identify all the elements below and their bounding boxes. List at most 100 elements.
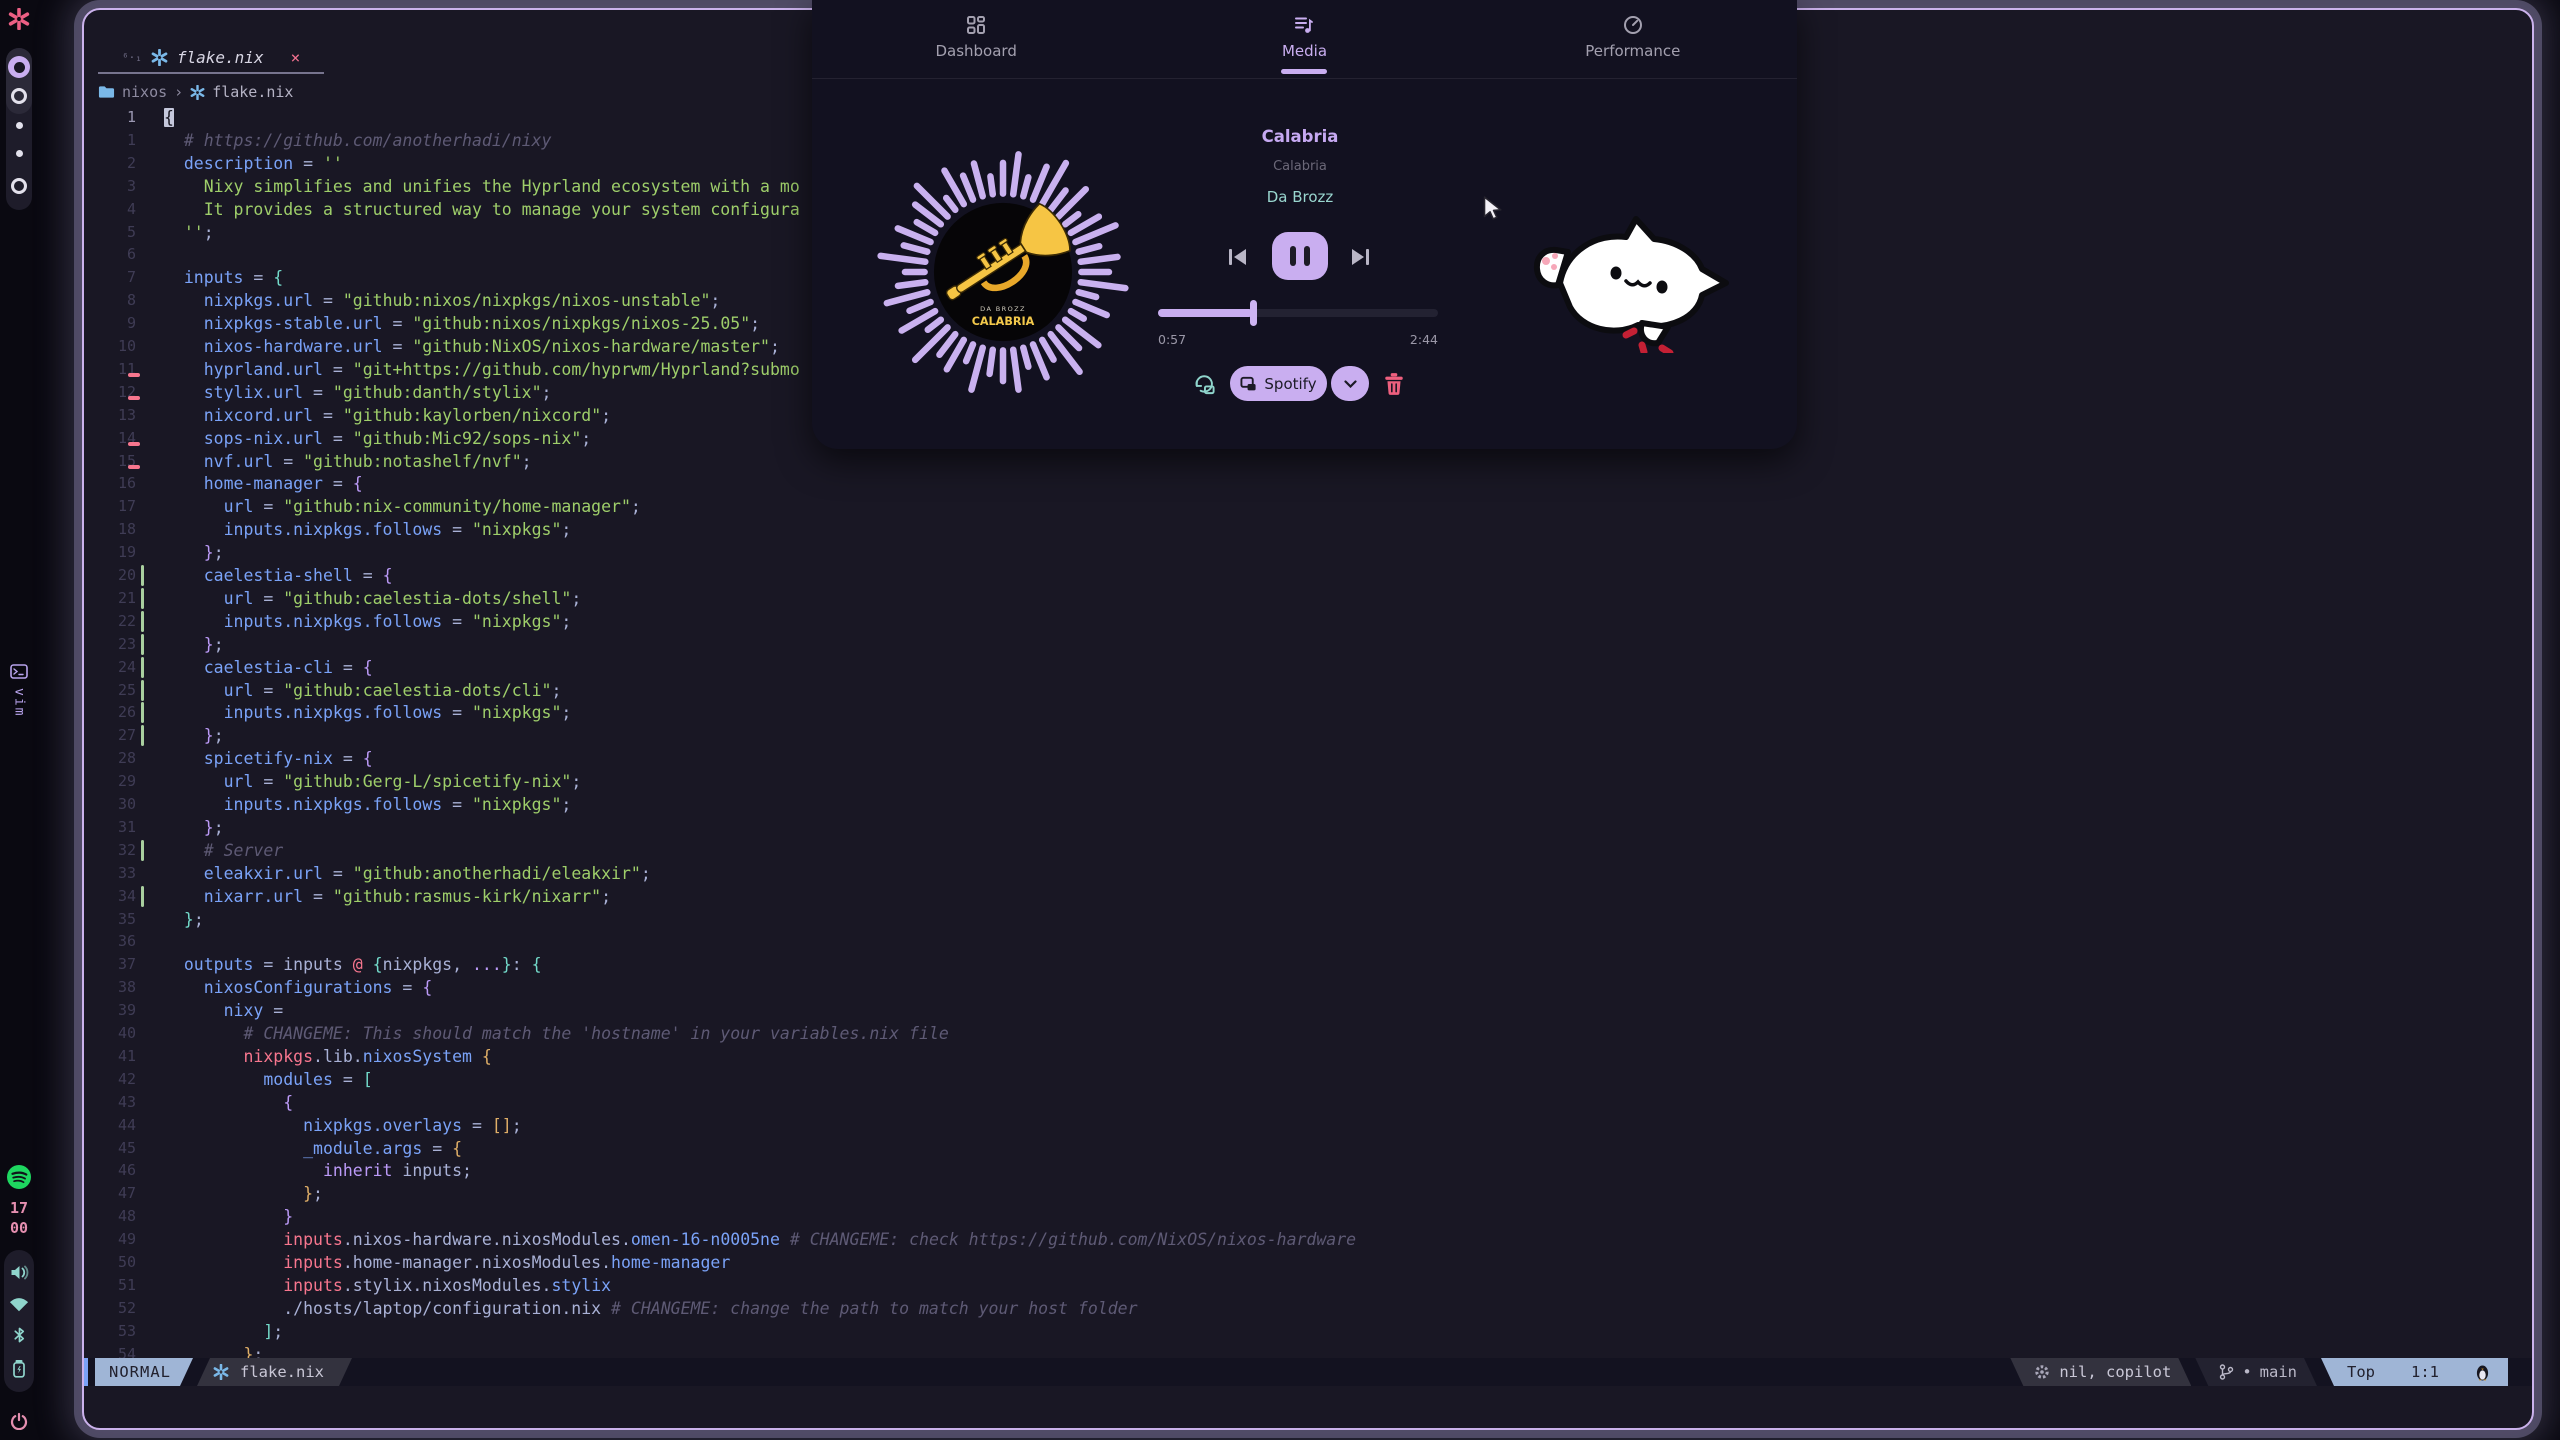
workspace-3[interactable] (16, 122, 23, 129)
trash-icon[interactable] (1382, 372, 1406, 396)
power-icon[interactable] (10, 1412, 28, 1430)
line-number: 28 (84, 747, 136, 770)
terminal-icon (10, 664, 28, 679)
mouse-cursor (1482, 196, 1504, 220)
dashboard-icon (966, 15, 986, 35)
source-button[interactable]: Spotify (1230, 366, 1327, 401)
code-text: inputs.stylix.nixosModules.stylix (164, 1274, 611, 1297)
workspace-2[interactable] (11, 88, 27, 104)
next-track-button[interactable] (1348, 245, 1372, 269)
git-changed-mark (141, 611, 144, 632)
code-line: 26 inputs.nixpkgs.follows = "nixpkgs"; (84, 701, 2532, 724)
line-number: 22 (84, 610, 136, 633)
code-text: caelestia-shell = { (164, 564, 393, 587)
code-text: It provides a structured way to manage y… (164, 198, 800, 221)
code-text: } (164, 1205, 293, 1228)
code-text: # Server (164, 839, 283, 862)
code-line: 45 _module.args = { (84, 1137, 2532, 1160)
tab-performance[interactable]: Performance (1469, 0, 1797, 78)
switch-player-icon[interactable] (1192, 372, 1216, 396)
code-line: 32 # Server (84, 839, 2532, 862)
line-number: 25 (84, 679, 136, 702)
workspace-5[interactable] (11, 178, 27, 194)
battery-icon[interactable] (11, 1359, 27, 1378)
bluetooth-icon[interactable] (12, 1326, 27, 1344)
line-number: 49 (84, 1228, 136, 1251)
progress-track[interactable] (1158, 309, 1438, 317)
line-number: 16 (84, 472, 136, 495)
line-number: 11 (84, 358, 136, 381)
git-deleted-mark (128, 373, 140, 377)
line-number: 2 (84, 152, 136, 175)
code-text: nixpkgs.overlays = []; (164, 1114, 522, 1137)
lsp-status: nil, copilot (2010, 1358, 2191, 1386)
album-art-artist: DA BROZZ (980, 305, 1026, 313)
quick-settings[interactable] (4, 1250, 34, 1392)
code-text: nixy = (164, 999, 283, 1022)
line-number: 13 (84, 404, 136, 427)
bongo-cat (1500, 193, 1732, 353)
code-text: url = "github:Gerg-L/spicetify-nix"; (164, 770, 581, 793)
visualizer-bar (881, 256, 926, 262)
elapsed-time: 0:57 (1158, 332, 1186, 347)
spotify-icon[interactable] (6, 1164, 32, 1190)
progress-fill (1158, 309, 1253, 317)
git-branch-icon (2219, 1364, 2234, 1380)
code-line: 23 }; (84, 633, 2532, 656)
code-line: 48 } (84, 1205, 2532, 1228)
tab-media[interactable]: Media (1140, 0, 1468, 78)
code-line: 46 inherit inputs; (84, 1159, 2532, 1182)
previous-track-button[interactable] (1226, 245, 1250, 269)
cat-down-paw (1641, 323, 1668, 343)
git-changed-mark (141, 680, 144, 701)
git-deleted-mark (128, 465, 140, 469)
visualizer-bar (1023, 348, 1028, 367)
workspace-4[interactable] (16, 150, 23, 157)
visualizer-bar (887, 292, 927, 303)
album-art-visualizer: DA BROZZ CALABRIA (863, 132, 1143, 412)
visualizer-bar (946, 198, 955, 210)
pause-button[interactable] (1272, 232, 1328, 280)
code-line: 18 inputs.nixpkgs.follows = "nixpkgs"; (84, 518, 2532, 541)
code-line: 25 url = "github:caelestia-dots/cli"; (84, 679, 2532, 702)
line-number: 3 (84, 175, 136, 198)
line-number: 27 (84, 724, 136, 747)
code-text: # https://github.com/anotherhadi/nixy (164, 129, 551, 152)
line-number: 32 (84, 839, 136, 862)
visualizer-bar (1051, 190, 1066, 209)
code-text: inputs.nixpkgs.follows = "nixpkgs"; (164, 610, 571, 633)
visualizer-bar (917, 222, 935, 233)
code-text: _module.args = { (164, 1137, 462, 1160)
progress-handle[interactable] (1250, 300, 1257, 326)
code-text: caelestia-cli = { (164, 656, 373, 679)
code-text: }; (164, 633, 224, 656)
source-dropdown-button[interactable] (1331, 366, 1369, 401)
code-line: 49 inputs.nixos-hardware.nixosModules.om… (84, 1228, 2532, 1251)
track-artist: Da Brozz (1150, 188, 1450, 206)
statusline-accent-bar (84, 1358, 88, 1386)
linux-penguin-icon (2475, 1364, 2490, 1381)
line-number: 6 (84, 243, 136, 266)
code-text: sops-nix.url = "github:Mic92/sops-nix"; (164, 427, 591, 450)
workspace-1[interactable] (8, 56, 30, 78)
tab-dashboard[interactable]: Dashboard (812, 0, 1140, 78)
code-text: Nixy simplifies and unifies the Hyprland… (164, 175, 800, 198)
album-art-title: CALABRIA (972, 315, 1035, 328)
nix-logo-icon (8, 8, 30, 30)
line-number: 37 (84, 953, 136, 976)
visualizer-bar (904, 245, 928, 251)
visualizer-bar (966, 344, 973, 361)
track-title: Calabria (1150, 127, 1450, 146)
volume-icon[interactable] (10, 1264, 29, 1281)
workspace-indicator[interactable] (6, 48, 32, 210)
line-number: 10 (84, 335, 136, 358)
code-text: url = "github:nix-community/home-manager… (164, 495, 641, 518)
line-number: 17 (84, 495, 136, 518)
code-text: stylix.url = "github:danth/stylix"; (164, 381, 551, 404)
visualizer-bar (1013, 350, 1018, 390)
code-line: 52 ./hosts/laptop/configuration.nix # CH… (84, 1297, 2532, 1320)
code-text: { (164, 106, 174, 129)
wifi-icon[interactable] (9, 1296, 29, 1312)
track-album: Calabria (1150, 159, 1450, 174)
code-line: 43 { (84, 1091, 2532, 1114)
